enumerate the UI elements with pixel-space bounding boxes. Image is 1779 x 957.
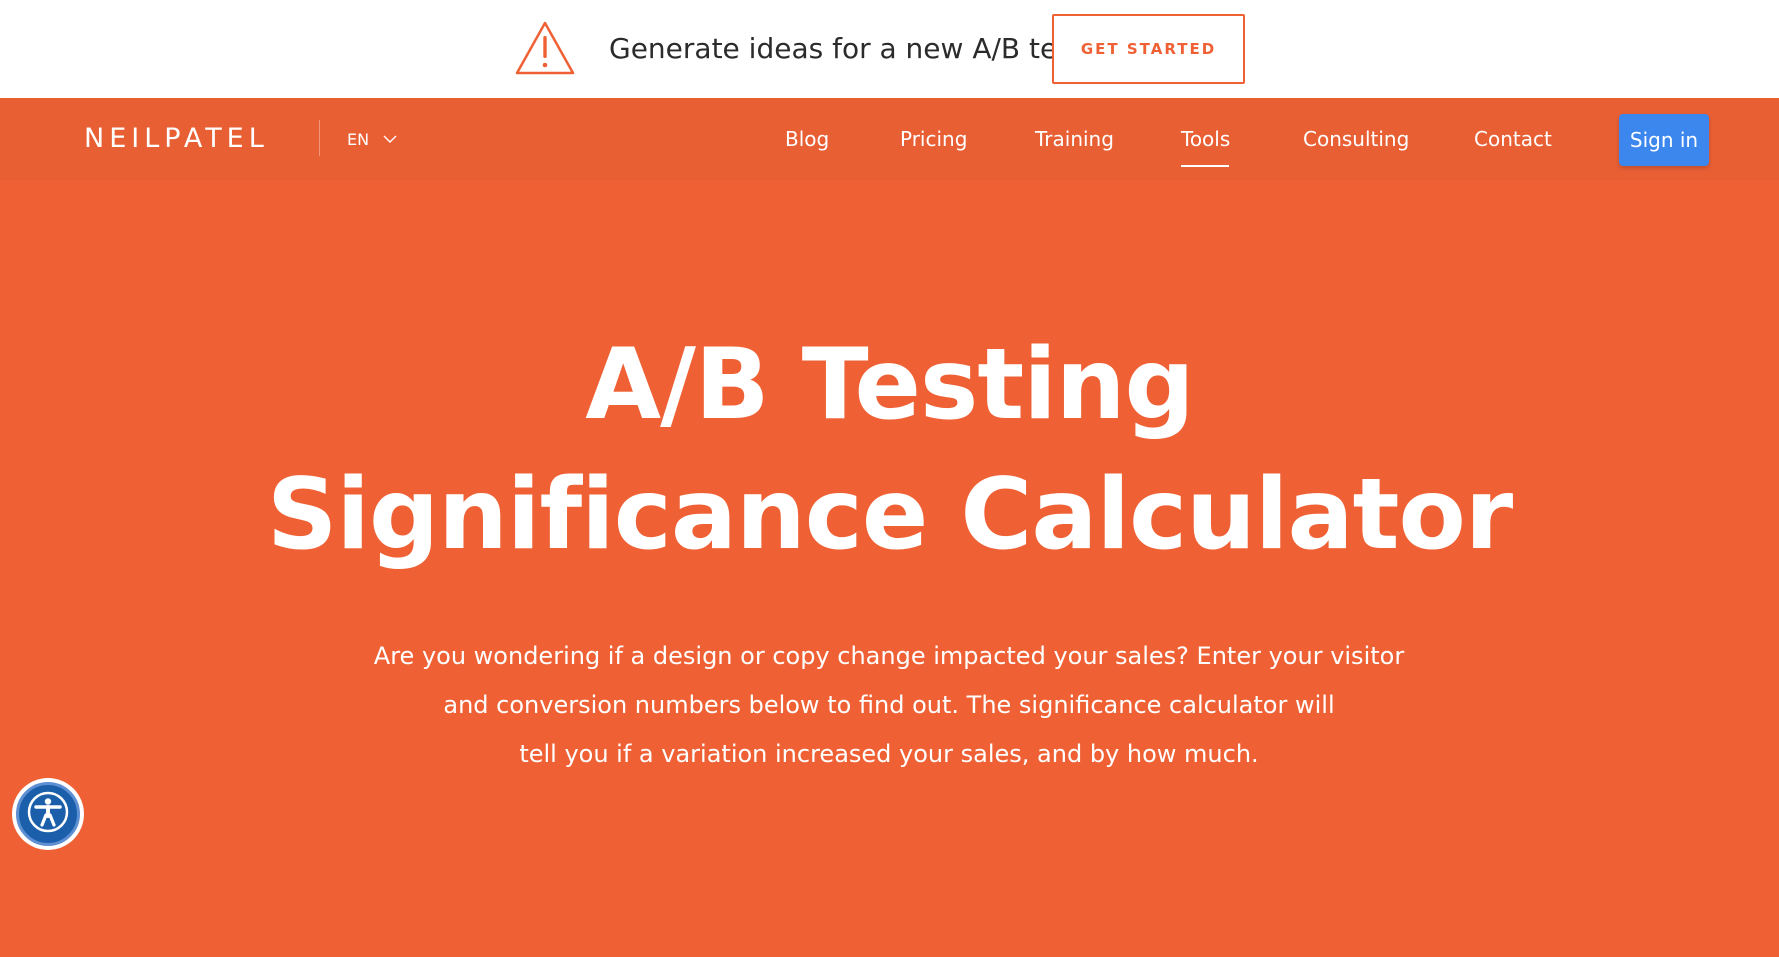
nav-link-pricing[interactable]: Pricing [900,124,967,154]
promo-text: Generate ideas for a new A/B test [609,32,1083,65]
nav-link-training[interactable]: Training [1035,124,1114,154]
page-title-line-1: A/B Testing [585,328,1194,442]
page-description-line-3: tell you if a variation increased your s… [519,740,1259,768]
accessibility-button[interactable] [12,778,84,850]
accessibility-person-icon [26,790,70,839]
nav-link-tools[interactable]: Tools [1181,124,1230,154]
page-description-line-2: and conversion numbers below to find out… [443,691,1335,719]
promo-banner: Generate ideas for a new A/B test GET ST… [0,0,1779,98]
get-started-button[interactable]: GET STARTED [1052,14,1245,84]
nav-link-blog[interactable]: Blog [785,124,829,154]
page-description-line-1: Are you wondering if a design or copy ch… [373,642,1405,670]
chevron-down-icon [383,135,397,144]
nav-divider [319,120,320,156]
top-navigation: NEILPATEL EN Blog Pricing Training Tools… [0,98,1779,180]
sign-in-button[interactable]: Sign in [1619,114,1709,166]
warning-triangle-icon [514,20,576,77]
page-title-line-2: Significance Calculator [266,458,1513,572]
active-tab-underline [1181,165,1229,167]
language-selector[interactable]: EN [347,125,397,153]
hero-section: NEILPATEL EN Blog Pricing Training Tools… [0,98,1779,957]
nav-link-consulting[interactable]: Consulting [1303,124,1409,154]
nav-link-contact[interactable]: Contact [1474,124,1552,154]
page-description: Are you wondering if a design or copy ch… [339,632,1439,779]
site-logo[interactable]: NEILPATEL [84,122,269,156]
language-label: EN [347,129,370,149]
accessibility-button-inner [16,782,80,846]
page-title: A/B Testing Significance Calculator [0,320,1779,580]
